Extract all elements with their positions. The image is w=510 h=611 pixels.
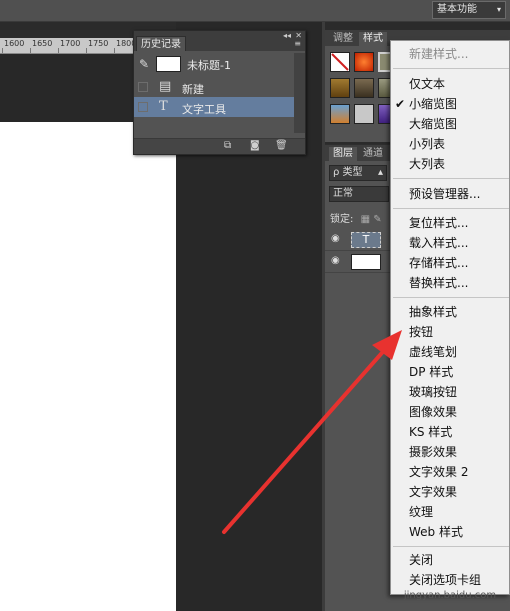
lock-image-pixels-icon[interactable]: ✎	[373, 214, 381, 225]
ruler-tick-label: 1650	[32, 39, 53, 48]
document-canvas[interactable]	[0, 122, 176, 611]
panel-menu-icon[interactable]: ≡	[294, 39, 301, 48]
menu-item-small-thumbnail[interactable]: 小缩览图	[409, 95, 457, 114]
menu-item-abstract-styles[interactable]: 抽象样式	[409, 303, 457, 322]
eye-icon[interactable]: ◉	[331, 255, 340, 266]
menu-separator	[393, 297, 509, 298]
style-swatch[interactable]	[354, 52, 374, 72]
blend-mode-select[interactable]: 正常	[329, 186, 389, 202]
chevron-down-icon: ▴	[377, 167, 383, 178]
text-tool-icon: T	[159, 99, 168, 114]
lock-transparent-pixels-icon[interactable]: ▦	[361, 214, 370, 225]
history-state-label: 文字工具	[182, 103, 226, 116]
history-snapshot[interactable]: ✎ 未标题-1	[134, 53, 294, 75]
layer-row-text[interactable]: ◉ T	[325, 229, 395, 251]
new-document-from-state-icon[interactable]: ⧉	[224, 140, 231, 151]
menu-item-text-effects-2[interactable]: 文字效果 2	[409, 463, 468, 482]
watermark-text: jingyan.baidu.com	[403, 590, 497, 601]
lock-row: 锁定: ▦ ✎	[330, 210, 382, 225]
menu-item-image-effects[interactable]: 图像效果	[409, 403, 457, 422]
no-style-icon	[331, 53, 349, 71]
menu-item-close[interactable]: 关闭	[409, 551, 433, 570]
menu-item-large-thumbnail[interactable]: 大缩览图	[409, 115, 457, 134]
menu-item-dotted-strokes[interactable]: 虚线笔划	[409, 343, 457, 362]
menu-item-large-list[interactable]: 大列表	[409, 155, 445, 174]
history-panel-footer: ⧉ ◙ 🗑	[134, 138, 305, 154]
menu-item-textures[interactable]: 纹理	[409, 503, 433, 522]
menu-item-reset-styles[interactable]: 复位样式...	[409, 214, 468, 233]
history-state-label: 新建	[182, 83, 204, 96]
snapshot-label: 未标题-1	[187, 59, 231, 72]
checkmark-icon: ✔	[395, 97, 406, 111]
history-panel: 历史记录 ◂◂ ✕ ≡ ✎ 未标题-1 ▤ 新建 T 文字工具 ⧉ ◙ 🗑	[133, 30, 306, 155]
menu-item-small-list[interactable]: 小列表	[409, 135, 445, 154]
history-panel-header: 历史记录 ◂◂ ✕ ≡	[134, 31, 305, 51]
document-icon: ▤	[159, 79, 172, 94]
ruler-tick-label: 1700	[60, 39, 81, 48]
menu-separator	[393, 68, 509, 69]
ruler-tick-label: 1750	[88, 39, 109, 48]
ruler-tick-label: 1600	[4, 39, 25, 48]
menu-item-web-styles[interactable]: Web 样式	[409, 523, 463, 542]
tab-adjustments[interactable]: 调整	[329, 32, 357, 46]
snapshot-thumbnail	[156, 56, 181, 72]
menu-separator	[393, 208, 509, 209]
layer-filter-value: ρ 类型	[333, 167, 363, 178]
tab-layers[interactable]: 图层	[329, 147, 357, 161]
menu-item-load-styles[interactable]: 载入样式...	[409, 234, 468, 253]
trash-icon[interactable]: 🗑	[275, 140, 288, 151]
tab-channels[interactable]: 通道	[359, 147, 387, 161]
menu-item-glass-buttons[interactable]: 玻璃按钮	[409, 383, 457, 402]
menu-item-photographic-effects[interactable]: 摄影效果	[409, 443, 457, 462]
text-layer-thumbnail: T	[351, 232, 381, 248]
menu-item-text-effects[interactable]: 文字效果	[409, 483, 457, 502]
style-swatch-none[interactable]	[330, 52, 350, 72]
style-swatch[interactable]	[354, 104, 374, 124]
menu-separator	[393, 546, 509, 547]
history-scrollbar[interactable]	[294, 53, 305, 133]
menu-item-buttons[interactable]: 按钮	[409, 323, 433, 342]
history-state-selected[interactable]: T 文字工具	[134, 97, 294, 117]
history-brush-icon[interactable]: ✎	[139, 57, 149, 71]
menu-item-close-tab-group[interactable]: 关闭选项卡组	[409, 571, 481, 590]
tab-styles[interactable]: 样式	[359, 32, 387, 46]
history-brush-source-box[interactable]	[138, 82, 148, 92]
menu-item-dp-styles[interactable]: DP 样式	[409, 363, 453, 382]
menu-item-text-only[interactable]: 仅文本	[409, 75, 445, 94]
camera-icon[interactable]: ◙	[250, 140, 260, 151]
blend-mode-value: 正常	[333, 188, 353, 199]
menu-item-ks-styles[interactable]: KS 样式	[409, 423, 452, 442]
lock-label: 锁定:	[330, 214, 354, 225]
menu-separator	[393, 178, 509, 179]
menu-item-replace-styles[interactable]: 替换样式...	[409, 274, 468, 293]
style-swatch[interactable]	[354, 78, 374, 98]
eye-icon[interactable]: ◉	[331, 233, 340, 244]
styles-panel-menu: 新建样式... 仅文本 ✔ 小缩览图 大缩览图 小列表 大列表 预设管理器...…	[390, 40, 510, 595]
tab-history[interactable]: 历史记录	[136, 36, 186, 51]
style-swatch[interactable]	[330, 78, 350, 98]
style-swatch[interactable]	[330, 104, 350, 124]
workspace-switcher[interactable]: 基本功能 ▾	[432, 1, 506, 19]
chevron-down-icon: ▾	[496, 5, 501, 14]
application-bar: 基本功能 ▾	[0, 0, 510, 22]
menu-item-new-style[interactable]: 新建样式...	[409, 45, 468, 64]
background-layer-thumbnail	[351, 254, 381, 270]
history-state[interactable]: ▤ 新建	[134, 77, 294, 97]
layer-filter-select[interactable]: ρ 类型 ▴	[329, 165, 387, 181]
collapse-icon[interactable]: ◂◂	[283, 31, 291, 40]
history-brush-source-box[interactable]	[138, 102, 148, 112]
menu-item-preset-manager[interactable]: 预设管理器...	[409, 185, 480, 204]
workspace-label: 基本功能	[437, 4, 477, 15]
layer-row-background[interactable]: ◉	[325, 251, 395, 273]
menu-item-save-styles[interactable]: 存储样式...	[409, 254, 468, 273]
